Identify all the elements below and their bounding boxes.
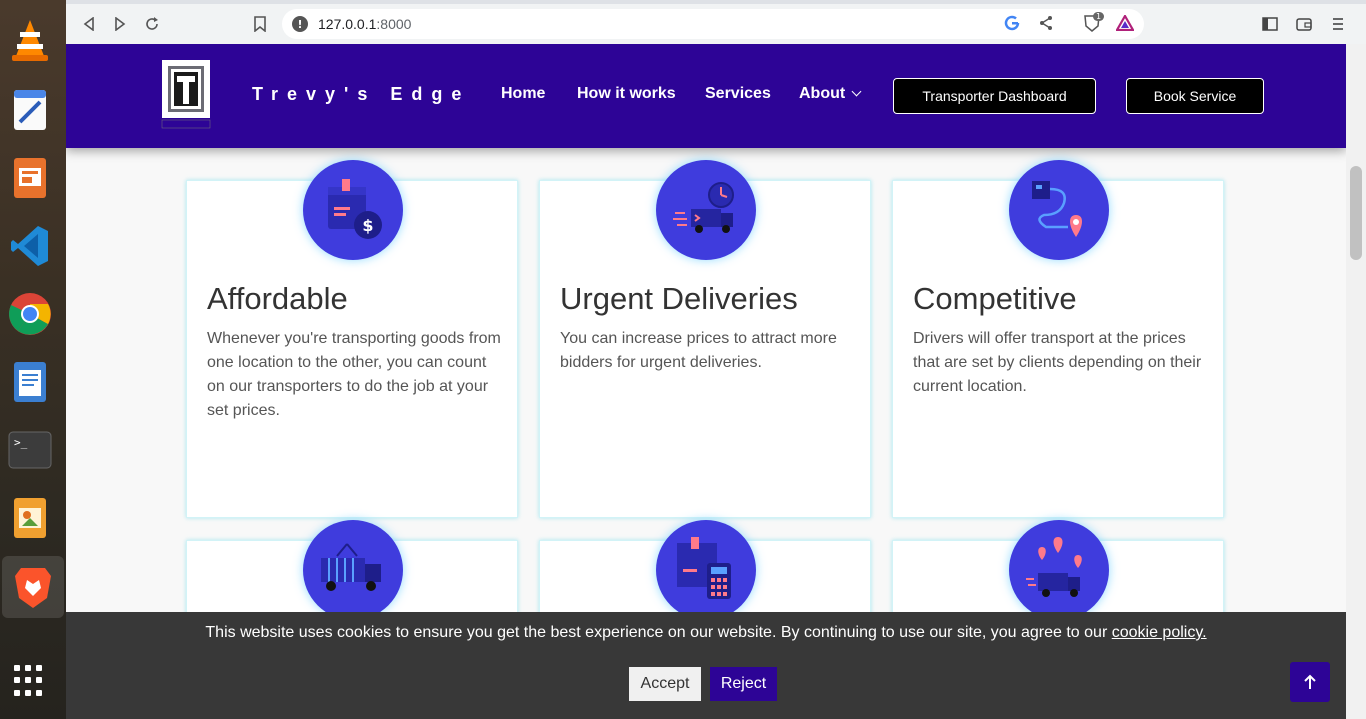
transporter-dashboard-button[interactable]: Transporter Dashboard [893,78,1096,114]
writer-icon[interactable] [8,360,52,404]
arrow-up-icon [1304,674,1316,689]
book-service-button[interactable]: Book Service [1126,78,1264,114]
google-lens-icon[interactable] [1004,15,1020,35]
route-map-pin-icon [1009,160,1109,260]
menu-icon[interactable] [1327,13,1349,35]
svg-text:>_: >_ [14,436,28,449]
browser-window: ! 127.0.0.1:8000 1 Trevy's Edge Home How… [66,0,1366,719]
scrollbar-thumb[interactable] [1350,166,1362,260]
site-info-icon[interactable]: ! [292,16,308,32]
bookmark-icon[interactable] [249,13,271,35]
truck-location-pins-icon [1009,520,1109,620]
nav-about[interactable]: About [799,85,862,103]
package-calculator-icon [656,520,756,620]
nav-how-it-works[interactable]: How it works [577,85,676,103]
shields-count-badge: 1 [1093,12,1105,21]
wallet-icon[interactable] [1293,13,1315,35]
card-text: Whenever you're transporting goods from … [207,330,501,419]
page-scrollbar[interactable] [1346,44,1366,719]
vscode-icon[interactable] [8,224,52,268]
text-editor-icon[interactable] [8,88,52,132]
vlc-cone-icon[interactable] [8,18,52,62]
card-title: Affordable [207,281,348,316]
fast-truck-clock-icon [656,160,756,260]
address-bar[interactable]: ! 127.0.0.1:8000 1 [282,9,1144,39]
apps-grid-icon[interactable] [14,665,46,697]
card-text: Drivers will offer transport at the pric… [913,330,1202,395]
terminal-icon[interactable]: >_ [8,428,52,472]
card-title: Urgent Deliveries [560,281,798,316]
image-viewer-icon[interactable] [8,496,52,540]
chevron-down-icon [851,86,862,97]
url-text[interactable]: 127.0.0.1:8000 [318,16,411,32]
ubuntu-dock: >_ [0,0,66,719]
card-text: You can increase prices to attract more … [560,330,837,371]
presentation-icon[interactable] [8,156,52,200]
browser-toolbar: ! 127.0.0.1:8000 1 [66,0,1366,44]
forward-icon[interactable] [109,13,131,35]
sidebar-icon[interactable] [1259,13,1281,35]
web-page: Trevy's Edge Home How it works Services … [66,44,1346,719]
card-title: Competitive [913,281,1077,316]
container-truck-icon [303,520,403,620]
cookie-policy-link[interactable]: cookie policy. [1112,624,1207,641]
nav-home[interactable]: Home [501,85,545,103]
site-logo[interactable] [160,58,212,134]
svg-text:$: $ [362,216,373,235]
cookie-consent-bar: This website uses cookies to ensure you … [66,612,1346,719]
cookie-message: This website uses cookies to ensure you … [66,624,1346,642]
accept-button[interactable]: Accept [629,667,701,701]
package-dollar-icon: $ [303,160,403,260]
scroll-to-top-button[interactable] [1290,662,1330,702]
nav-about-label: About [799,85,846,102]
back-icon[interactable] [78,13,100,35]
reload-icon[interactable] [141,13,163,35]
brand-name[interactable]: Trevy's Edge [252,84,470,105]
reject-button[interactable]: Reject [710,667,777,701]
chrome-icon[interactable] [8,292,52,336]
cookie-message-text: This website uses cookies to ensure you … [205,624,1108,641]
brave-shields-icon[interactable]: 1 [1082,12,1105,35]
share-icon[interactable] [1038,15,1054,35]
site-navbar: Trevy's Edge Home How it works Services … [66,44,1346,148]
brave-rewards-icon[interactable] [1115,13,1135,35]
nav-services[interactable]: Services [705,85,771,103]
brave-lion-icon[interactable] [2,556,64,618]
